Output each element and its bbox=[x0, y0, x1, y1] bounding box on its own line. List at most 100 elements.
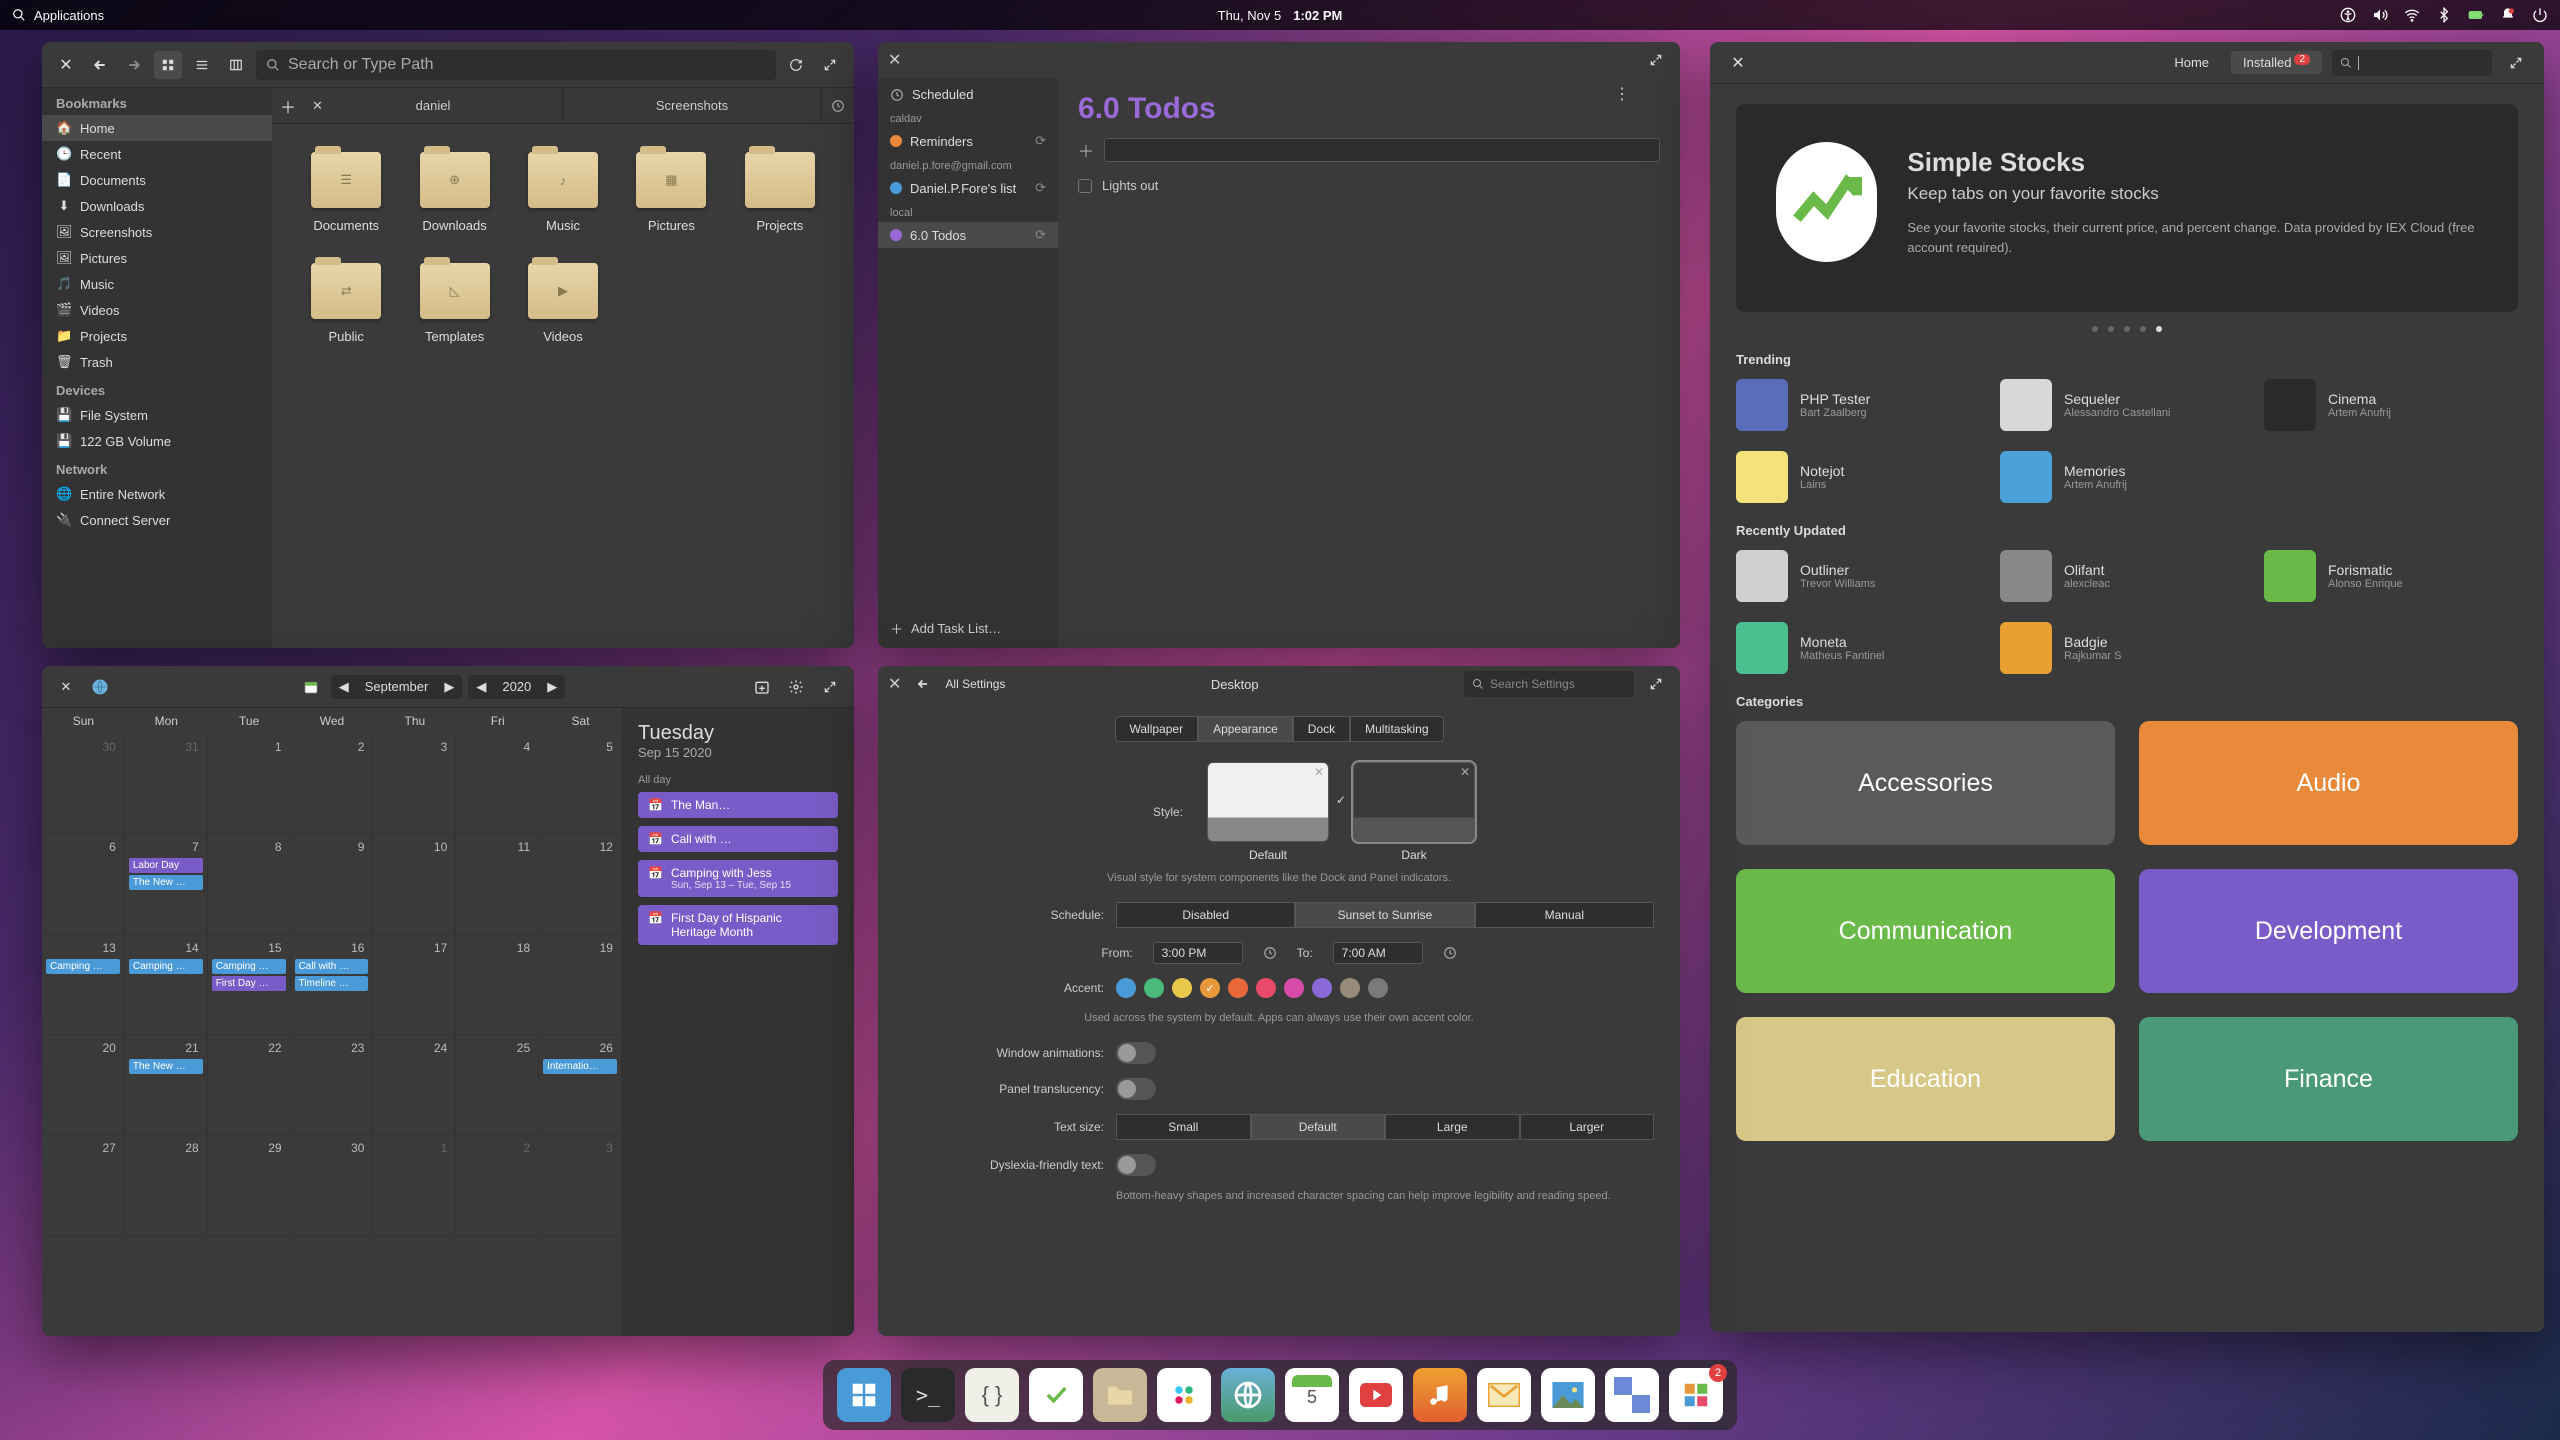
app-item[interactable]: CinemaArtem Anufrij bbox=[2264, 379, 2518, 431]
category-education[interactable]: Education bbox=[1736, 1017, 2115, 1141]
tab-screenshots[interactable]: Screenshots bbox=[563, 88, 822, 123]
accent-swatch[interactable] bbox=[1200, 978, 1220, 998]
calendar-cell[interactable]: 16Call with …Timeline … bbox=[291, 935, 374, 1035]
sidebar-item-recent[interactable]: 🕒Recent bbox=[42, 141, 272, 167]
hero-pager[interactable] bbox=[1736, 326, 2518, 332]
add-task-list-button[interactable]: ＋ Add Task List… bbox=[878, 609, 1058, 648]
category-communication[interactable]: Communication bbox=[1736, 869, 2115, 993]
accent-swatch[interactable] bbox=[1172, 978, 1192, 998]
todo-item[interactable]: Lights out bbox=[1078, 174, 1660, 197]
back-button[interactable] bbox=[86, 51, 114, 79]
sidebar-network[interactable]: 🔌Connect Server bbox=[42, 507, 272, 533]
settings-search-input[interactable]: Search Settings bbox=[1464, 671, 1634, 697]
calendar-cell[interactable]: 26Internatio… bbox=[539, 1035, 622, 1135]
tab-multitasking[interactable]: Multitasking bbox=[1350, 716, 1443, 742]
app-item[interactable]: ForismaticAlonso Enrique bbox=[2264, 550, 2518, 602]
schedule-option[interactable]: Sunset to Sunrise bbox=[1295, 902, 1474, 928]
accent-swatch[interactable] bbox=[1116, 978, 1136, 998]
event-item[interactable]: 📅The Man… bbox=[638, 792, 838, 818]
folder-projects[interactable]: Projects bbox=[726, 152, 834, 233]
calendar-cell[interactable]: 1 bbox=[208, 734, 291, 834]
category-finance[interactable]: Finance bbox=[2139, 1017, 2518, 1141]
close-button[interactable]: ✕ bbox=[888, 674, 901, 694]
close-button[interactable]: ✕ bbox=[1724, 49, 1752, 77]
dock-settings[interactable] bbox=[1605, 1368, 1659, 1422]
calendar-cell[interactable]: 24 bbox=[373, 1035, 456, 1135]
translucency-toggle[interactable] bbox=[1116, 1078, 1156, 1100]
maximize-button[interactable] bbox=[1642, 46, 1670, 74]
checkbox[interactable] bbox=[1078, 179, 1092, 193]
featured-hero[interactable]: Simple Stocks Keep tabs on your favorite… bbox=[1736, 104, 2518, 312]
volume-icon[interactable] bbox=[2372, 7, 2388, 23]
calendar-cell[interactable]: 3 bbox=[373, 734, 456, 834]
calendar-cell[interactable]: 10 bbox=[373, 834, 456, 934]
calendar-cell[interactable]: 2 bbox=[456, 1135, 539, 1235]
app-item[interactable]: NotejotLains bbox=[1736, 451, 1990, 503]
folder-music[interactable]: ♪Music bbox=[509, 152, 617, 233]
calendar-cell[interactable]: 31 bbox=[125, 734, 208, 834]
calendar-cell[interactable]: 1 bbox=[373, 1135, 456, 1235]
sidebar-item-home[interactable]: 🏠Home bbox=[42, 115, 272, 141]
maximize-button[interactable] bbox=[816, 673, 844, 701]
forward-button[interactable] bbox=[120, 51, 148, 79]
sidebar-item-screenshots[interactable]: 🖼Screenshots bbox=[42, 219, 272, 245]
calendar-cell[interactable]: 7Labor DayThe New … bbox=[125, 834, 208, 934]
accessibility-icon[interactable] bbox=[2340, 7, 2356, 23]
sidebar-device[interactable]: 💾122 GB Volume bbox=[42, 428, 272, 454]
schedule-option[interactable]: Manual bbox=[1475, 902, 1654, 928]
accent-swatch[interactable] bbox=[1284, 978, 1304, 998]
notifications-icon[interactable] bbox=[2500, 7, 2516, 23]
scheduled-item[interactable]: Scheduled bbox=[878, 82, 1058, 107]
app-item[interactable]: OutlinerTrevor Williams bbox=[1736, 550, 1990, 602]
view-grid-button[interactable] bbox=[154, 51, 182, 79]
calendar-cell[interactable]: 6 bbox=[42, 834, 125, 934]
style-dark-option[interactable]: ✕✓ Dark bbox=[1353, 762, 1475, 862]
sidebar-item-projects[interactable]: 📁Projects bbox=[42, 323, 272, 349]
accent-swatch[interactable] bbox=[1312, 978, 1332, 998]
dock-code[interactable]: { } bbox=[965, 1368, 1019, 1422]
sidebar-item-downloads[interactable]: ⬇Downloads bbox=[42, 193, 272, 219]
dock-music[interactable] bbox=[1413, 1368, 1467, 1422]
tab-history-button[interactable] bbox=[822, 92, 854, 120]
view-columns-button[interactable] bbox=[222, 51, 250, 79]
year-prev-button[interactable]: ◀ bbox=[468, 675, 494, 699]
sidebar-network[interactable]: 🌐Entire Network bbox=[42, 481, 272, 507]
calendar-cell[interactable]: 21The New … bbox=[125, 1035, 208, 1135]
textsize-option[interactable]: Default bbox=[1251, 1114, 1386, 1140]
installed-tab[interactable]: Installed2 bbox=[2231, 51, 2322, 74]
calendar-cell[interactable]: 18 bbox=[456, 935, 539, 1035]
menu-button[interactable]: ⋮ bbox=[1614, 84, 1630, 104]
new-task-input[interactable] bbox=[1104, 138, 1660, 162]
month-next-button[interactable]: ▶ bbox=[436, 675, 462, 699]
maximize-button[interactable] bbox=[816, 51, 844, 79]
reminders-list[interactable]: Reminders⟳ bbox=[878, 128, 1058, 154]
event-item[interactable]: 📅Camping with JessSun, Sep 13 – Tue, Sep… bbox=[638, 860, 838, 897]
maximize-button[interactable] bbox=[2502, 49, 2530, 77]
new-tab-button[interactable]: ＋ bbox=[272, 92, 304, 120]
dock-slack[interactable] bbox=[1157, 1368, 1211, 1422]
tab-daniel[interactable]: ✕daniel bbox=[304, 88, 563, 123]
textsize-option[interactable]: Large bbox=[1385, 1114, 1520, 1140]
calendar-cell[interactable]: 27 bbox=[42, 1135, 125, 1235]
calendar-cell[interactable]: 30 bbox=[291, 1135, 374, 1235]
refresh-button[interactable] bbox=[782, 51, 810, 79]
folder-pictures[interactable]: ▦Pictures bbox=[617, 152, 725, 233]
app-item[interactable]: PHP TesterBart Zaalberg bbox=[1736, 379, 1990, 431]
close-button[interactable]: ✕ bbox=[52, 673, 80, 701]
dyslexia-toggle[interactable] bbox=[1116, 1154, 1156, 1176]
today-button[interactable] bbox=[297, 673, 325, 701]
panel-time[interactable]: 1:02 PM bbox=[1293, 8, 1342, 23]
path-search-input[interactable]: Search or Type Path bbox=[256, 50, 776, 80]
dock-web[interactable] bbox=[1221, 1368, 1275, 1422]
folder-videos[interactable]: ▶Videos bbox=[509, 263, 617, 344]
panel-date[interactable]: Thu, Nov 5 bbox=[1218, 8, 1282, 23]
month-label[interactable]: September bbox=[357, 675, 437, 698]
calendar-cell[interactable]: 23 bbox=[291, 1035, 374, 1135]
textsize-option[interactable]: Small bbox=[1116, 1114, 1251, 1140]
app-item[interactable]: MemoriesArtem Anufrij bbox=[2000, 451, 2254, 503]
dock-appcenter[interactable]: 2 bbox=[1669, 1368, 1723, 1422]
app-item[interactable]: BadgieRajkumar S bbox=[2000, 622, 2254, 674]
accent-swatch[interactable] bbox=[1228, 978, 1248, 998]
calendar-cell[interactable]: 29 bbox=[208, 1135, 291, 1235]
dock-photos[interactable] bbox=[1541, 1368, 1595, 1422]
